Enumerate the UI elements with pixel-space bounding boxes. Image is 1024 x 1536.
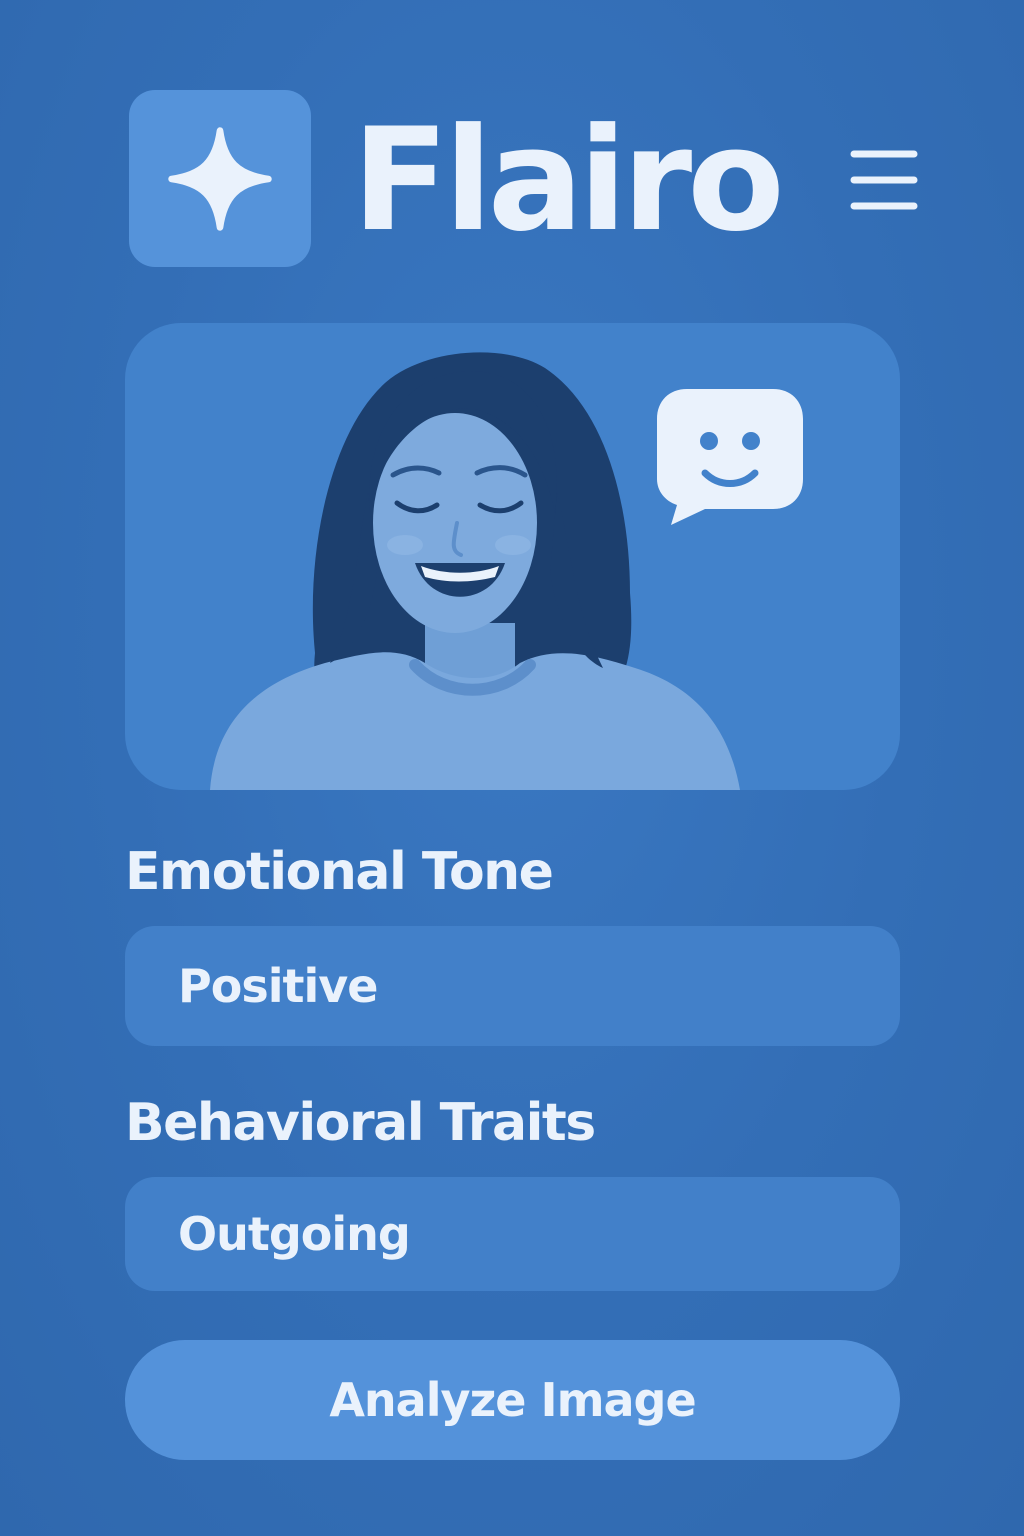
emotional-tone-value: Positive [178, 959, 378, 1013]
behavioral-traits-value: Outgoing [178, 1207, 411, 1261]
app-title: Flairo [352, 98, 785, 263]
emotional-tone-label: Emotional Tone [125, 842, 554, 902]
hamburger-menu-icon [850, 150, 918, 210]
app-logo [129, 90, 311, 267]
analyze-image-button[interactable]: Analyze Image [125, 1340, 900, 1460]
sparkle-icon [168, 126, 272, 231]
menu-button[interactable] [840, 140, 928, 220]
emotional-tone-field[interactable]: Positive [125, 926, 900, 1046]
app-screen: Flairo Emotional Tone Positive Behaviora… [0, 0, 1024, 1536]
behavioral-traits-field[interactable]: Outgoing [125, 1177, 900, 1291]
photo-card[interactable] [125, 323, 900, 790]
behavioral-traits-label: Behavioral Traits [125, 1093, 596, 1153]
smiley-chat-bubble-icon [653, 385, 807, 529]
